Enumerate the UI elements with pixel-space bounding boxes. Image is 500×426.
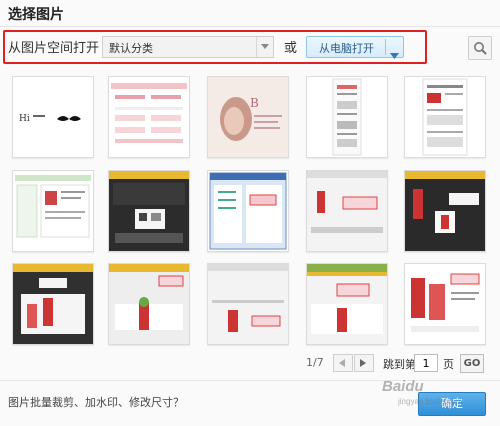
category-select[interactable]: 默认分类	[102, 36, 274, 58]
thumbnail[interactable]	[306, 76, 388, 158]
go-button[interactable]: GO	[460, 354, 484, 373]
thumbnail[interactable]	[207, 263, 289, 345]
thumbnail[interactable]	[404, 170, 486, 252]
svg-text:B: B	[250, 96, 259, 110]
next-page-button[interactable]	[354, 354, 374, 372]
page-number-input[interactable]	[414, 354, 438, 372]
thumbnail[interactable]	[108, 170, 190, 252]
title-bar: 选择图片	[0, 0, 500, 27]
batch-edit-tip-link[interactable]: 图片批量裁剪、加水印、修改尺寸？	[8, 394, 184, 410]
chevron-down-icon[interactable]	[390, 44, 399, 63]
thumbnail[interactable]	[12, 170, 94, 252]
thumbnail[interactable]	[108, 76, 190, 158]
thumbnail[interactable]	[306, 263, 388, 345]
pagination: 1/7 跳到第 页 GO	[0, 352, 500, 374]
chevron-right-icon	[360, 359, 366, 367]
thumbnail-grid: Hi B	[0, 66, 500, 346]
open-from-pc-button[interactable]: 从电脑打开	[306, 36, 404, 59]
button-divider	[385, 39, 386, 55]
open-from-pc-label: 从电脑打开	[319, 42, 374, 55]
open-from-image-space-label: 从图片空间打开	[8, 41, 100, 56]
thumbnail[interactable]	[306, 170, 388, 252]
chevron-left-icon	[339, 359, 345, 367]
select-image-dialog: 选择图片 从图片空间打开 默认分类 或 从电脑打开 Hi B 1/7 跳到第 1…	[0, 0, 500, 426]
search-icon	[474, 42, 487, 55]
watermark-logo: Baidu	[382, 378, 424, 395]
thumbnail[interactable]	[12, 263, 94, 345]
search-button[interactable]	[468, 36, 492, 60]
page-count: 1/7	[306, 356, 324, 369]
goto-prefix-label: 跳到第	[383, 358, 416, 371]
dialog-title: 选择图片	[8, 7, 64, 23]
thumbnail[interactable]	[207, 170, 289, 252]
thumbnail[interactable]: Hi	[12, 76, 94, 158]
chevron-down-icon[interactable]	[256, 37, 273, 57]
thumbnail[interactable]	[108, 263, 190, 345]
goto-suffix-label: 页	[443, 358, 454, 371]
toolbar: 从图片空间打开 默认分类 或 从电脑打开	[0, 26, 500, 66]
thumbnail[interactable]	[404, 76, 486, 158]
watermark-url: jingyan.baidu.com	[398, 397, 463, 406]
prev-page-button[interactable]	[333, 354, 353, 372]
category-select-value: 默认分类	[109, 42, 153, 55]
thumbnail[interactable]: B	[207, 76, 289, 158]
svg-text:Hi: Hi	[19, 114, 30, 124]
thumbnail[interactable]	[404, 263, 486, 345]
or-label: 或	[284, 41, 298, 56]
